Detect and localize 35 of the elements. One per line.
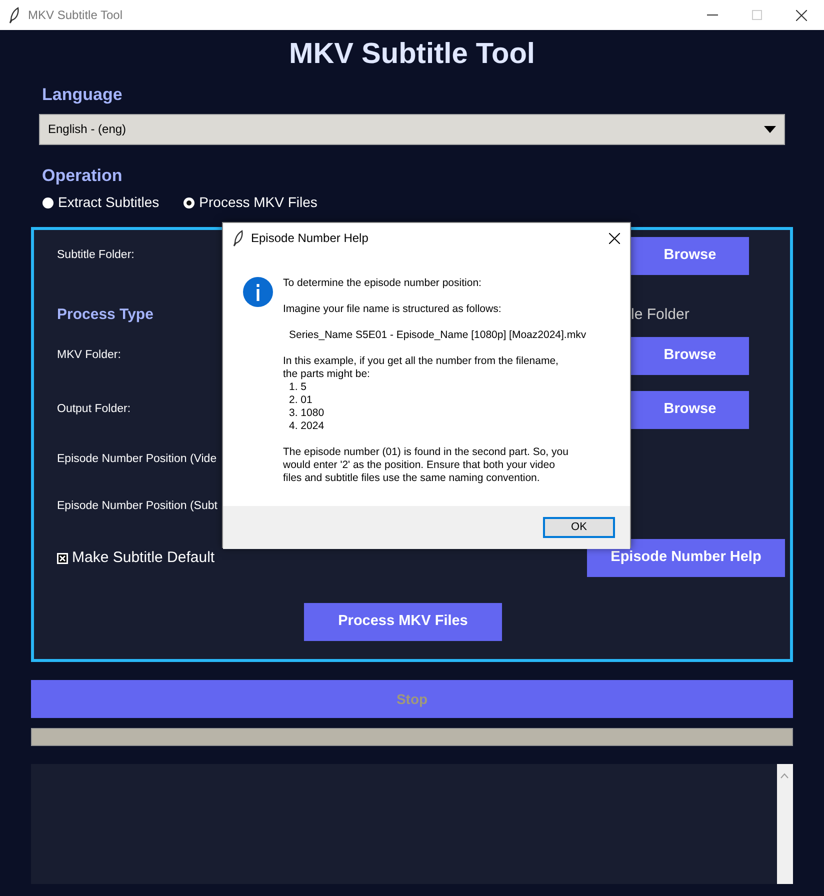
- section-heading: Process Type: [57, 304, 154, 325]
- app-title: MKV Subtitle Tool: [288, 37, 536, 72]
- radio-option[interactable]: Extract Subtitles: [42, 192, 160, 213]
- info-icon: [243, 277, 273, 307]
- language-dropdown[interactable]: English - (eng): [39, 114, 785, 144]
- browse-button[interactable]: Browse: [631, 237, 749, 275]
- caret-icon: [764, 126, 776, 132]
- help-button[interactable]: Episode Number Help: [587, 539, 785, 577]
- message-text: In this example, if you get all the number from the filename, the parts might be:: [283, 355, 560, 381]
- close-icon[interactable]: [796, 10, 807, 20]
- radio-option[interactable]: Process MKV Files: [183, 192, 318, 213]
- message-text: To determine the episode number position:: [283, 277, 482, 290]
- field-label: Subtitle Folder:: [57, 248, 134, 264]
- close-icon[interactable]: [609, 232, 620, 244]
- browse-button[interactable]: Browse: [631, 337, 749, 375]
- field-label: Output Folder:: [57, 402, 131, 418]
- feather-icon: [9, 6, 20, 24]
- parts-list: 1. 5 2. 01 3. 1080 4. 2024: [283, 381, 586, 433]
- message-text: Imagine your file name is structured as follows:: [283, 303, 502, 316]
- window-title: MKV Subtitle Tool: [28, 7, 122, 24]
- checkbox[interactable]: Make Subtitle Default: [57, 546, 215, 570]
- message-text: The episode number (01) is found in the second part. So, you would enter '2' as the position. Ensure that both your video files and subtitle files use the same naming convention.: [283, 446, 570, 485]
- feather-icon: [233, 230, 244, 246]
- section-heading: Operation: [42, 164, 124, 186]
- scrollbar[interactable]: [777, 764, 793, 884]
- ok-button[interactable]: OK: [543, 517, 615, 538]
- message-text: Series_Name S5E01 - Episode_Name [1080p] [Moaz2024].mkv: [288, 329, 586, 342]
- process-button[interactable]: Process MKV Files: [304, 603, 502, 641]
- browse-button[interactable]: Browse: [631, 391, 749, 429]
- field-label: Episode Number Position (Subt: [57, 499, 218, 514]
- field-label: Episode Number Position (Vide: [57, 452, 217, 468]
- radio-label[interactable]: le Folder: [631, 304, 749, 326]
- section-heading: Language: [42, 84, 124, 106]
- dialog-title: Episode Number Help: [251, 230, 368, 247]
- field-label: MKV Folder:: [57, 348, 121, 364]
